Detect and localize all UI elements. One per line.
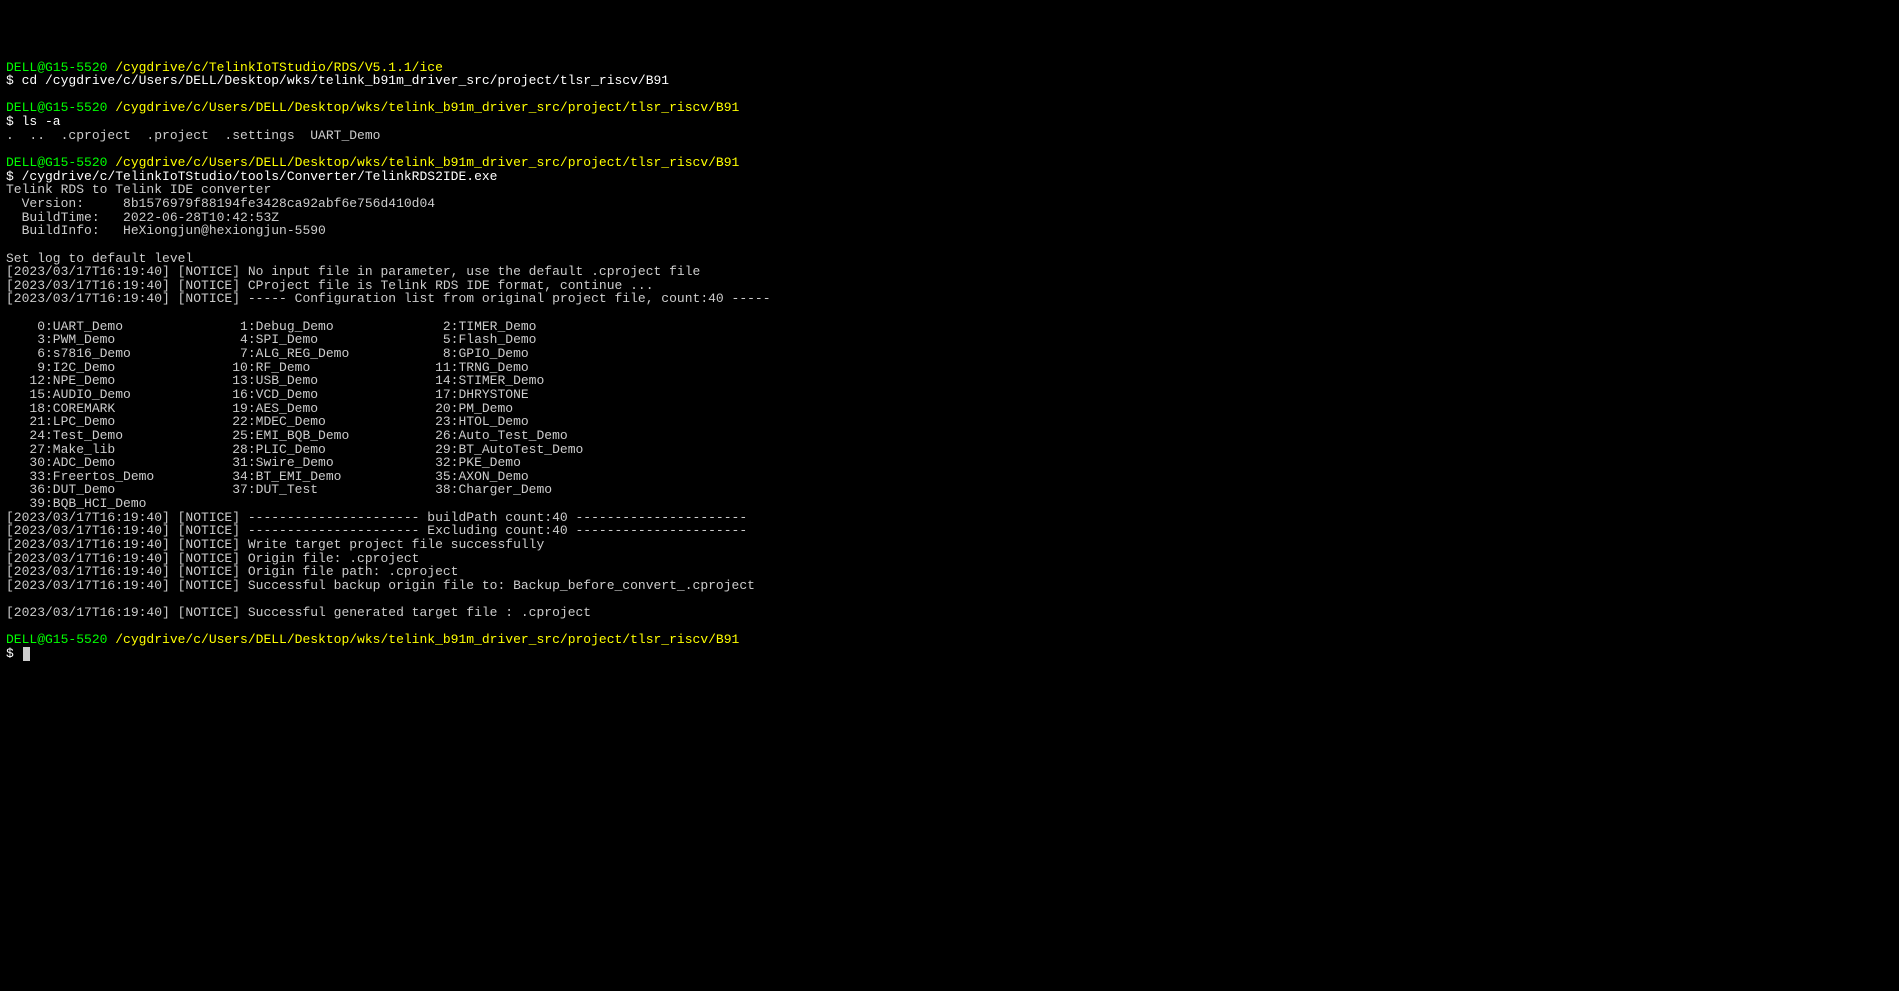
command-text: $ cd /cygdrive/c/Users/DELL/Desktop/wks/… bbox=[6, 73, 669, 88]
terminal-line bbox=[6, 620, 1893, 634]
terminal-line: [2023/03/17T16:19:40] [NOTICE] Origin fi… bbox=[6, 565, 1893, 579]
terminal-line: DELL@G15-5520 /cygdrive/c/TelinkIoTStudi… bbox=[6, 61, 1893, 75]
terminal-line bbox=[6, 306, 1893, 320]
terminal-line: [2023/03/17T16:19:40] [NOTICE] ---------… bbox=[6, 511, 1893, 525]
terminal-line: $ /cygdrive/c/TelinkIoTStudio/tools/Conv… bbox=[6, 170, 1893, 184]
terminal-line: $ ls -a bbox=[6, 115, 1893, 129]
terminal-line: [2023/03/17T16:19:40] [NOTICE] ----- Con… bbox=[6, 292, 1893, 306]
terminal-line: Set log to default level bbox=[6, 252, 1893, 266]
command-input-cursor[interactable]: $ bbox=[6, 646, 30, 661]
output-text: [2023/03/17T16:19:40] [NOTICE] Successfu… bbox=[6, 578, 755, 593]
terminal-line: 24:Test_Demo 25:EMI_BQB_Demo 26:Auto_Tes… bbox=[6, 429, 1893, 443]
terminal-line bbox=[6, 238, 1893, 252]
terminal-line: . .. .cproject .project .settings UART_D… bbox=[6, 129, 1893, 143]
terminal-line: 30:ADC_Demo 31:Swire_Demo 32:PKE_Demo bbox=[6, 456, 1893, 470]
terminal-line: $ bbox=[6, 647, 1893, 661]
prompt-path: /cygdrive/c/Users/DELL/Desktop/wks/telin… bbox=[115, 632, 739, 647]
terminal-line: 18:COREMARK 19:AES_Demo 20:PM_Demo bbox=[6, 402, 1893, 416]
terminal-line: 0:UART_Demo 1:Debug_Demo 2:TIMER_Demo bbox=[6, 320, 1893, 334]
output-text: . .. .cproject .project .settings UART_D… bbox=[6, 128, 380, 143]
terminal-line: 15:AUDIO_Demo 16:VCD_Demo 17:DHRYSTONE bbox=[6, 388, 1893, 402]
terminal-line: 9:I2C_Demo 10:RF_Demo 11:TRNG_Demo bbox=[6, 361, 1893, 375]
terminal-line: BuildInfo: HeXiongjun@hexiongjun-5590 bbox=[6, 224, 1893, 238]
terminal-line: DELL@G15-5520 /cygdrive/c/Users/DELL/Des… bbox=[6, 633, 1893, 647]
terminal-line: $ cd /cygdrive/c/Users/DELL/Desktop/wks/… bbox=[6, 74, 1893, 88]
terminal-line bbox=[6, 593, 1893, 607]
terminal-line: [2023/03/17T16:19:40] [NOTICE] Write tar… bbox=[6, 538, 1893, 552]
terminal-line: 21:LPC_Demo 22:MDEC_Demo 23:HTOL_Demo bbox=[6, 415, 1893, 429]
terminal-line: 3:PWM_Demo 4:SPI_Demo 5:Flash_Demo bbox=[6, 333, 1893, 347]
output-text: [2023/03/17T16:19:40] [NOTICE] Successfu… bbox=[6, 605, 591, 620]
terminal-line: Telink RDS to Telink IDE converter bbox=[6, 183, 1893, 197]
terminal-line: [2023/03/17T16:19:40] [NOTICE] ---------… bbox=[6, 524, 1893, 538]
terminal-line: [2023/03/17T16:19:40] [NOTICE] CProject … bbox=[6, 279, 1893, 293]
terminal-line: BuildTime: 2022-06-28T10:42:53Z bbox=[6, 211, 1893, 225]
terminal-line: [2023/03/17T16:19:40] [NOTICE] Origin fi… bbox=[6, 552, 1893, 566]
terminal-line: 39:BQB_HCI_Demo bbox=[6, 497, 1893, 511]
terminal-line: DELL@G15-5520 /cygdrive/c/Users/DELL/Des… bbox=[6, 156, 1893, 170]
terminal-line: [2023/03/17T16:19:40] [NOTICE] Successfu… bbox=[6, 606, 1893, 620]
terminal-line bbox=[6, 142, 1893, 156]
output-text: BuildInfo: HeXiongjun@hexiongjun-5590 bbox=[6, 223, 326, 238]
terminal-line: DELL@G15-5520 /cygdrive/c/Users/DELL/Des… bbox=[6, 101, 1893, 115]
terminal-line: 36:DUT_Demo 37:DUT_Test 38:Charger_Demo bbox=[6, 483, 1893, 497]
terminal-line: Version: 8b1576979f88194fe3428ca92abf6e7… bbox=[6, 197, 1893, 211]
terminal-line bbox=[6, 88, 1893, 102]
terminal-line: [2023/03/17T16:19:40] [NOTICE] Successfu… bbox=[6, 579, 1893, 593]
terminal-line: 12:NPE_Demo 13:USB_Demo 14:STIMER_Demo bbox=[6, 374, 1893, 388]
terminal-line: 33:Freertos_Demo 34:BT_EMI_Demo 35:AXON_… bbox=[6, 470, 1893, 484]
terminal-line: 27:Make_lib 28:PLIC_Demo 29:BT_AutoTest_… bbox=[6, 443, 1893, 457]
terminal-line: 6:s7816_Demo 7:ALG_REG_Demo 8:GPIO_Demo bbox=[6, 347, 1893, 361]
prompt-path: /cygdrive/c/Users/DELL/Desktop/wks/telin… bbox=[115, 100, 739, 115]
terminal-line: [2023/03/17T16:19:40] [NOTICE] No input … bbox=[6, 265, 1893, 279]
terminal-window[interactable]: DELL@G15-5520 /cygdrive/c/TelinkIoTStudi… bbox=[6, 61, 1893, 662]
output-text: [2023/03/17T16:19:40] [NOTICE] ----- Con… bbox=[6, 291, 771, 306]
